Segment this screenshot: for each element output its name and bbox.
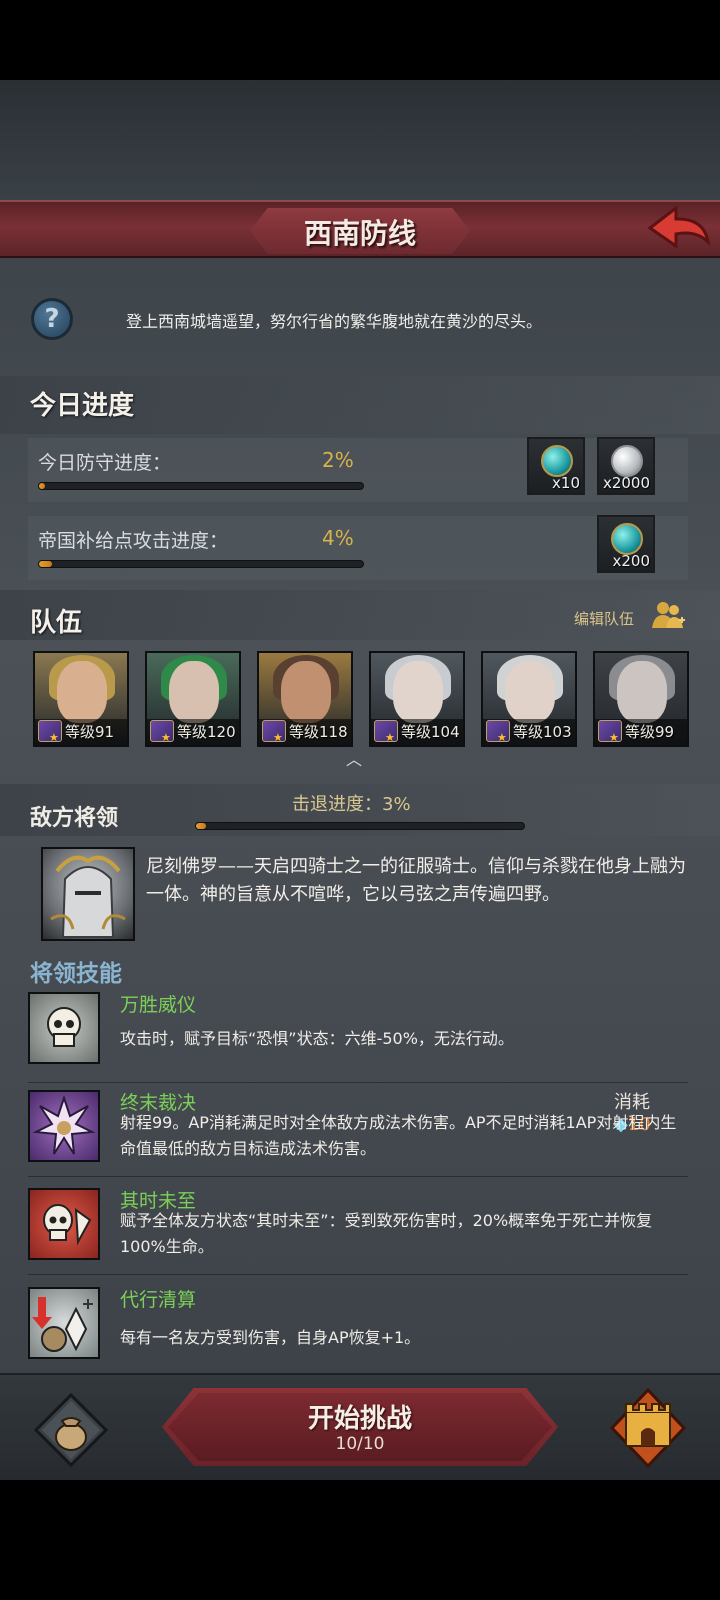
reward-qty: x10 bbox=[552, 474, 580, 492]
silver-coin-icon bbox=[611, 445, 643, 477]
hero-card[interactable]: ★ 等级118 bbox=[257, 651, 353, 747]
hero-level: 等级103 bbox=[513, 723, 572, 741]
repel-progress-label: 击退进度：3% bbox=[292, 794, 411, 815]
hero-level: 等级120 bbox=[177, 723, 236, 741]
hero-card[interactable]: ★ 等级103 bbox=[481, 651, 577, 747]
page-title: 西南防线 bbox=[303, 217, 416, 250]
hero-card[interactable]: ★ 等级91 bbox=[33, 651, 129, 747]
star-icon: ★ bbox=[49, 731, 59, 744]
edit-team-icon[interactable] bbox=[652, 600, 686, 630]
start-challenge-button[interactable]: 开始挑战 10/10 bbox=[162, 1388, 558, 1466]
star-icon: ★ bbox=[609, 731, 619, 744]
reward-gem[interactable]: x200 bbox=[597, 515, 655, 573]
hero-face bbox=[393, 661, 443, 723]
hero-card[interactable]: ★ 等级120 bbox=[145, 651, 241, 747]
loot-bag-icon bbox=[33, 1392, 109, 1468]
hero-level: 等级104 bbox=[401, 723, 460, 741]
skull-icon bbox=[28, 992, 100, 1064]
burst-icon bbox=[28, 1090, 100, 1162]
divider bbox=[28, 1274, 688, 1275]
hero-level: 等级99 bbox=[625, 723, 675, 741]
progress-row-defense: 今日防守进度： 2% bbox=[28, 438, 688, 502]
star-icon: ★ bbox=[385, 731, 395, 744]
boss-description: 尼刻佛罗——天启四骑士之一的征服骑士。信仰与杀戮在他身上融为一体。神的旨意从不喧… bbox=[146, 856, 686, 905]
hero-level: 等级118 bbox=[289, 723, 348, 741]
repel-progress-track bbox=[195, 822, 525, 830]
reward-gem[interactable]: x10 bbox=[527, 437, 585, 495]
skill-text: 攻击时，赋予目标“恐惧”状态：六维-50%，无法行动。 bbox=[120, 1029, 514, 1048]
progress-label: 今日防守进度： bbox=[38, 452, 172, 474]
reward-qty: x2000 bbox=[602, 474, 650, 492]
team-title: 队伍 bbox=[30, 608, 83, 638]
back-arrow-icon bbox=[647, 204, 711, 249]
game-screen bbox=[0, 80, 720, 1480]
skill-item[interactable]: 万胜威仪 攻击时，赋予目标“恐惧”状态：六维-50%，无法行动。 bbox=[28, 992, 688, 1072]
hero-card[interactable]: ★ 等级104 bbox=[369, 651, 465, 747]
hero-face bbox=[57, 661, 107, 723]
edit-team-button[interactable]: 编辑队伍 bbox=[574, 608, 634, 629]
collapse-chevron-icon[interactable]: ︿ bbox=[346, 746, 362, 770]
castle-icon bbox=[609, 1387, 687, 1469]
skill-item[interactable]: 其时未至 赋予全体友方状态“其时未至”：受到致死伤害时，20%概率免于死亡并恢复… bbox=[28, 1188, 688, 1264]
progress-track bbox=[38, 560, 364, 568]
divider bbox=[28, 1176, 688, 1177]
status-bar-area bbox=[0, 0, 720, 80]
progress-fill bbox=[39, 561, 52, 567]
hero-face bbox=[617, 661, 667, 723]
skill-item[interactable]: 代行清算 每有一名友方受到伤害，自身AP恢复+1。 bbox=[28, 1287, 688, 1363]
progress-track bbox=[38, 482, 364, 490]
loot-bag-button[interactable] bbox=[33, 1392, 109, 1468]
today-progress-title: 今日进度 bbox=[30, 391, 135, 421]
hero-card[interactable]: ★ 等级99 bbox=[593, 651, 689, 747]
gem-icon bbox=[611, 523, 643, 555]
castle-button[interactable] bbox=[609, 1387, 687, 1469]
reward-silver[interactable]: x2000 bbox=[597, 437, 655, 495]
skill-name: 万胜威仪 bbox=[120, 994, 197, 1016]
hero-face bbox=[281, 661, 331, 723]
skill-name: 代行清算 bbox=[120, 1289, 197, 1311]
star-icon: ★ bbox=[497, 731, 507, 744]
nav-bar-area bbox=[0, 1480, 720, 1600]
help-icon[interactable]: ? bbox=[31, 298, 73, 340]
repel-progress-fill bbox=[196, 823, 206, 829]
skill-text: 赋予全体友方状态“其时未至”：受到致死伤害时，20%概率免于死亡并恢复100%生… bbox=[120, 1211, 653, 1256]
title-bar: 西南防线 bbox=[0, 200, 720, 258]
star-icon: ★ bbox=[161, 731, 171, 744]
back-button[interactable] bbox=[646, 204, 712, 254]
skill-text: 射程99。AP消耗满足时对全体敌方成法术伤害。AP不足时消耗1AP对射程内生命值… bbox=[120, 1113, 677, 1158]
reward-qty: x200 bbox=[612, 552, 650, 570]
progress-percent: 2% bbox=[322, 448, 354, 472]
progress-row-supply: 帝国补给点攻击进度： 4% bbox=[28, 516, 688, 580]
hero-face bbox=[505, 661, 555, 723]
boss-portrait[interactable] bbox=[41, 847, 135, 941]
general-skills-title: 将领技能 bbox=[30, 961, 122, 987]
skill-text: 每有一名友方受到伤害，自身AP恢复+1。 bbox=[120, 1328, 421, 1347]
start-challenge-label: 开始挑战 bbox=[307, 1404, 412, 1434]
armored-knight-icon bbox=[50, 855, 126, 938]
bag-arrow-icon bbox=[28, 1287, 100, 1359]
progress-fill bbox=[39, 483, 46, 489]
star-icon: ★ bbox=[273, 731, 283, 744]
progress-label: 帝国补给点攻击进度： bbox=[38, 530, 229, 552]
hero-face bbox=[169, 661, 219, 723]
enemy-general-title: 敌方将领 bbox=[30, 806, 119, 831]
intro-text: 登上西南城墙遥望，努尔行省的繁华腹地就在黄沙的尽头。 bbox=[126, 312, 543, 331]
skill-item[interactable]: 终末裁决 消耗 ◆10 射程99。AP消耗满足时对全体敌方成法术伤害。AP不足时… bbox=[28, 1090, 688, 1172]
challenge-count: 10/10 bbox=[335, 1434, 385, 1454]
hero-level: 等级91 bbox=[65, 723, 115, 741]
divider bbox=[28, 1082, 688, 1083]
skull-icon bbox=[28, 1188, 100, 1260]
gem-icon bbox=[541, 445, 573, 477]
progress-percent: 4% bbox=[322, 526, 354, 550]
